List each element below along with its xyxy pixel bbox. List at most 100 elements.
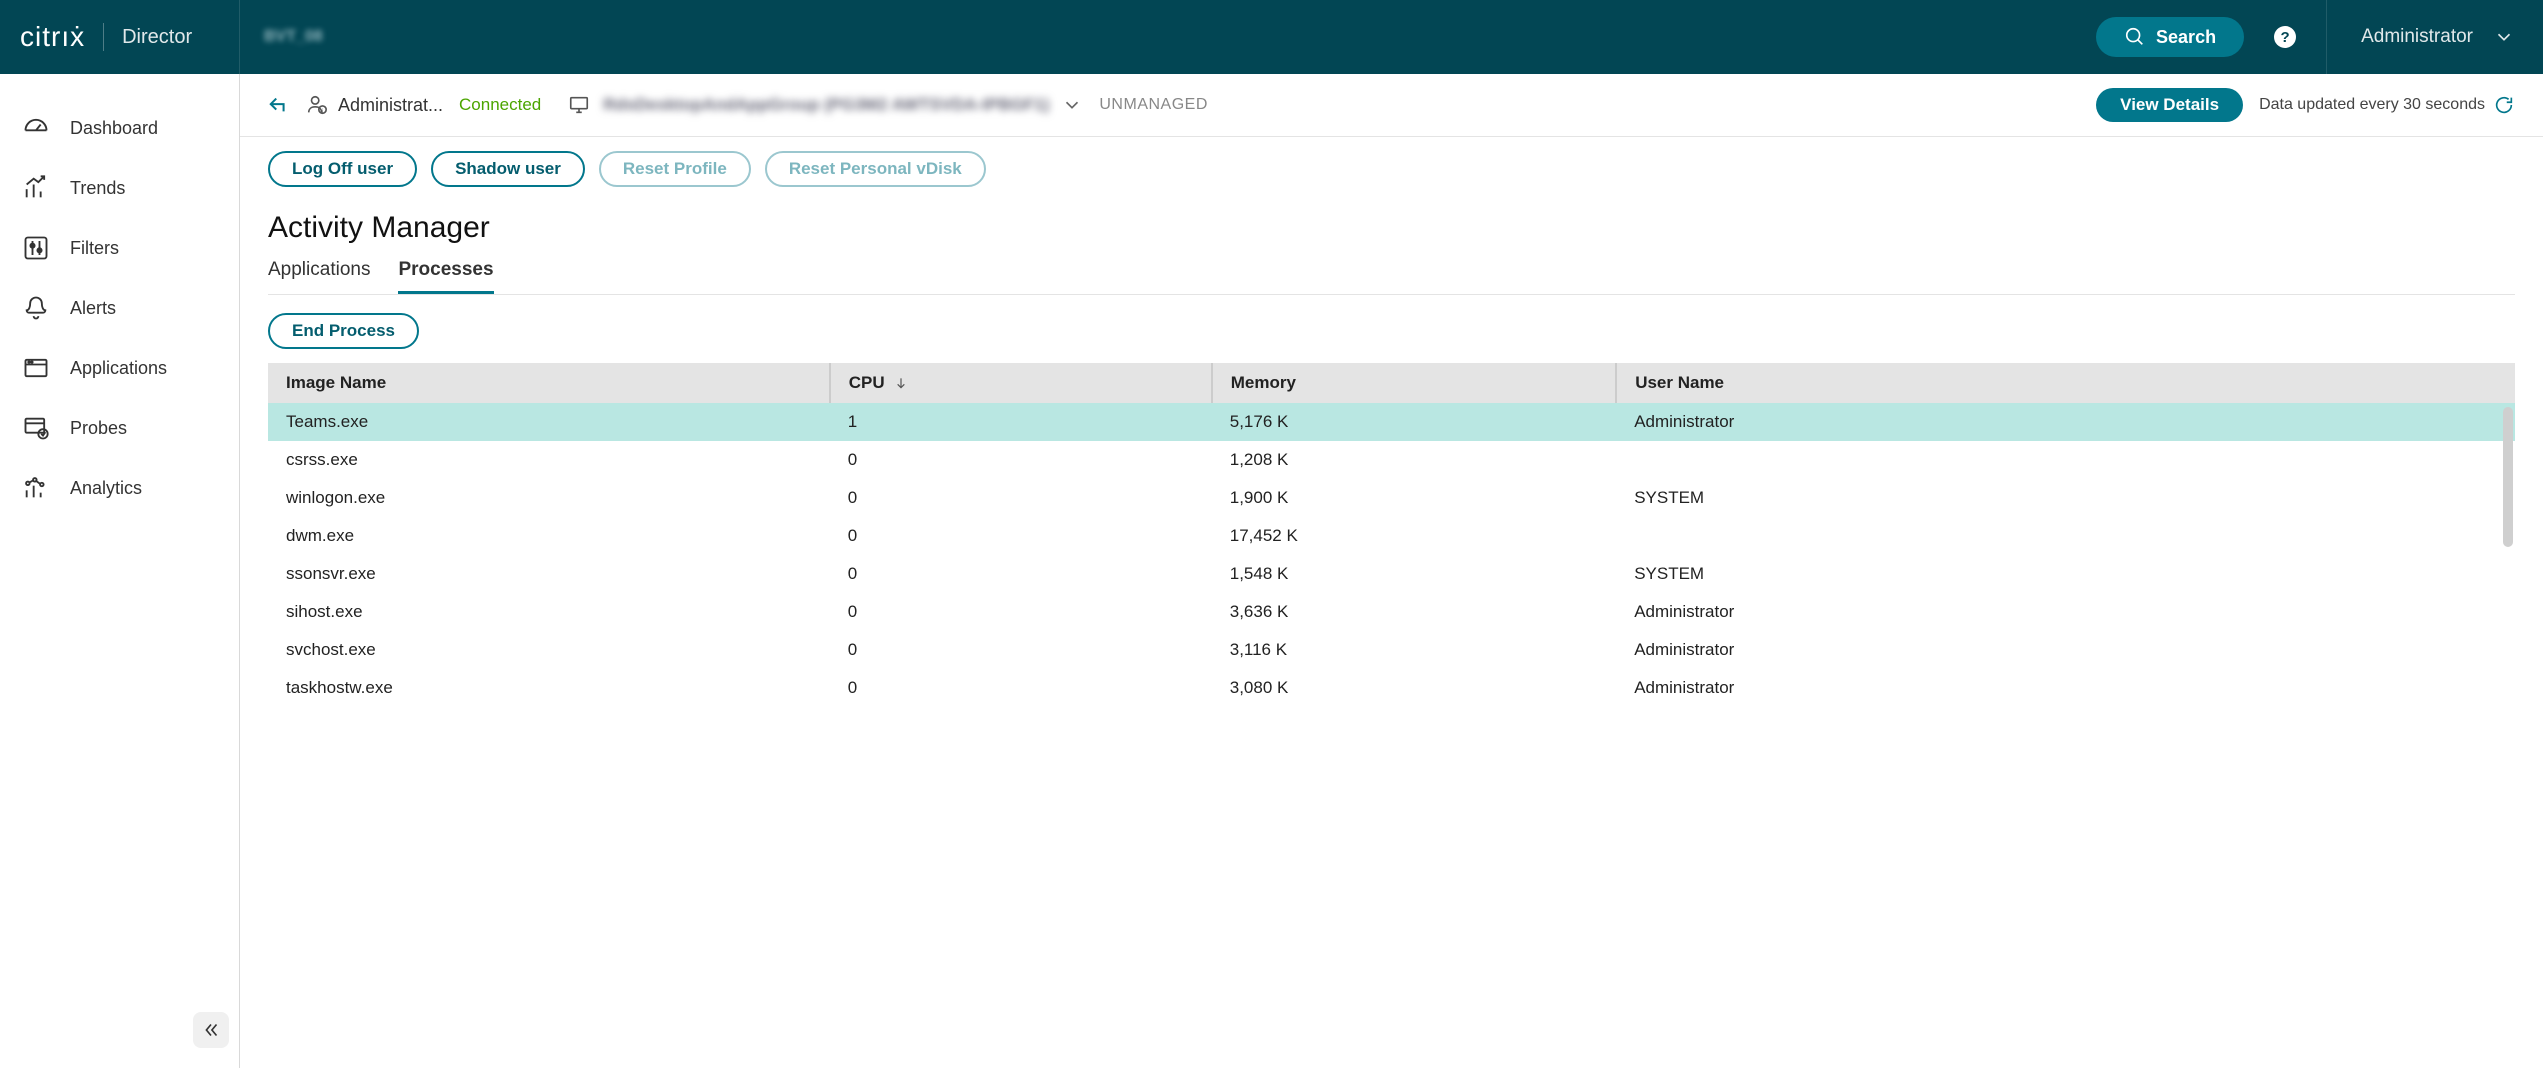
connection-status: Connected: [459, 95, 541, 115]
cell-cpu: 0: [830, 593, 1212, 631]
table-row[interactable]: taskhostw.exe03,080 KAdministrator: [268, 669, 2515, 707]
brand-block: citrıẋ Director: [0, 0, 240, 74]
admin-menu[interactable]: Administrator: [2326, 0, 2515, 74]
sidebar-item-probes[interactable]: Probes: [0, 398, 239, 458]
sidebar-item-label: Alerts: [70, 298, 116, 319]
sidebar: Dashboard Trends Filters Alerts Applicat…: [0, 74, 240, 1068]
cell-user: Administrator: [1616, 669, 2515, 707]
cell-cpu: 0: [830, 479, 1212, 517]
scrollbar-thumb[interactable]: [2503, 407, 2513, 547]
cell-image: taskhostw.exe: [268, 669, 830, 707]
sidebar-item-label: Dashboard: [70, 118, 158, 139]
cell-user: Administrator: [1616, 631, 2515, 669]
filters-icon: [22, 234, 50, 262]
refresh-icon[interactable]: [2493, 94, 2515, 116]
search-icon: [2124, 26, 2146, 48]
reset-profile-button: Reset Profile: [599, 151, 751, 187]
chevron-down-icon: [2493, 26, 2515, 48]
cell-user: Administrator: [1616, 403, 2515, 441]
cell-image: Teams.exe: [268, 403, 830, 441]
reset-personal-vdisk-button: Reset Personal vDisk: [765, 151, 986, 187]
environment-label: BVT_08: [264, 28, 323, 46]
cell-memory: 3,116 K: [1212, 631, 1616, 669]
refresh-label: Data updated every 30 seconds: [2259, 96, 2485, 114]
cell-memory: 1,208 K: [1212, 441, 1616, 479]
sidebar-item-analytics[interactable]: Analytics: [0, 458, 239, 518]
window-icon: [22, 354, 50, 382]
managed-state: UNMANAGED: [1099, 96, 1208, 114]
main-panel: i Administrat... Connected RdsDesktopAnd…: [240, 74, 2543, 1068]
table-row[interactable]: Teams.exe15,176 KAdministrator: [268, 403, 2515, 441]
activity-tabs: Applications Processes: [268, 253, 2515, 295]
cell-image: winlogon.exe: [268, 479, 830, 517]
cell-user: [1616, 517, 2515, 555]
context-bar: i Administrat... Connected RdsDesktopAnd…: [240, 74, 2543, 137]
cell-memory: 5,176 K: [1212, 403, 1616, 441]
cell-memory: 3,080 K: [1212, 669, 1616, 707]
probes-icon: [22, 414, 50, 442]
col-memory[interactable]: Memory: [1212, 363, 1616, 403]
table-row[interactable]: csrss.exe01,208 K: [268, 441, 2515, 479]
refresh-info: Data updated every 30 seconds: [2259, 94, 2515, 116]
cell-memory: 17,452 K: [1212, 517, 1616, 555]
sidebar-item-dashboard[interactable]: Dashboard: [0, 98, 239, 158]
admin-label: Administrator: [2361, 26, 2473, 48]
view-details-button[interactable]: View Details: [2096, 88, 2243, 122]
table-row[interactable]: winlogon.exe01,900 KSYSTEM: [268, 479, 2515, 517]
cell-memory: 1,548 K: [1212, 555, 1616, 593]
cell-cpu: 0: [830, 517, 1212, 555]
log-off-button[interactable]: Log Off user: [268, 151, 417, 187]
bell-icon: [22, 294, 50, 322]
table-row[interactable]: sihost.exe03,636 KAdministrator: [268, 593, 2515, 631]
brand-divider: [103, 23, 104, 51]
table-row[interactable]: dwm.exe017,452 K: [268, 517, 2515, 555]
context-user: Administrat...: [338, 95, 443, 116]
cell-image: csrss.exe: [268, 441, 830, 479]
sidebar-item-label: Probes: [70, 418, 127, 439]
sidebar-item-applications[interactable]: Applications: [0, 338, 239, 398]
col-image-name[interactable]: Image Name: [268, 363, 830, 403]
sidebar-item-label: Trends: [70, 178, 125, 199]
search-button[interactable]: Search: [2096, 17, 2244, 57]
session-action-row: Log Off user Shadow user Reset Profile R…: [268, 151, 2515, 187]
shadow-user-button[interactable]: Shadow user: [431, 151, 585, 187]
sidebar-item-filters[interactable]: Filters: [0, 218, 239, 278]
sidebar-item-alerts[interactable]: Alerts: [0, 278, 239, 338]
tab-processes[interactable]: Processes: [398, 253, 493, 294]
product-name: Director: [122, 26, 192, 49]
analytics-icon: [22, 474, 50, 502]
back-icon[interactable]: [268, 94, 290, 116]
machine-name: RdsDesktopAndAppGroup (PG3M2 AWTSVDA-IPB…: [603, 95, 1049, 115]
page-title: Activity Manager: [268, 211, 2515, 245]
search-label: Search: [2156, 27, 2216, 48]
process-table: Image Name CPU Memory User Name Teams.ex…: [268, 363, 2515, 707]
cell-user: SYSTEM: [1616, 555, 2515, 593]
chevron-double-left-icon: [200, 1019, 222, 1041]
help-button[interactable]: ?: [2274, 26, 2296, 48]
table-row[interactable]: ssonsvr.exe01,548 KSYSTEM: [268, 555, 2515, 593]
cell-cpu: 0: [830, 631, 1212, 669]
trends-icon: [22, 174, 50, 202]
monitor-icon: [567, 94, 591, 116]
table-row[interactable]: svchost.exe03,116 KAdministrator: [268, 631, 2515, 669]
end-process-button[interactable]: End Process: [268, 313, 419, 349]
col-user-name[interactable]: User Name: [1616, 363, 2515, 403]
sidebar-item-trends[interactable]: Trends: [0, 158, 239, 218]
svg-text:i: i: [322, 108, 323, 114]
sidebar-collapse-button[interactable]: [193, 1012, 229, 1048]
cell-cpu: 0: [830, 441, 1212, 479]
cell-memory: 3,636 K: [1212, 593, 1616, 631]
cell-cpu: 0: [830, 669, 1212, 707]
process-table-wrap: Image Name CPU Memory User Name Teams.ex…: [268, 363, 2515, 1068]
cell-image: dwm.exe: [268, 517, 830, 555]
tab-applications[interactable]: Applications: [268, 253, 370, 294]
topbar-mid: BVT_08: [240, 28, 2068, 46]
citrix-logo: citrıẋ: [20, 21, 85, 53]
cell-image: sihost.exe: [268, 593, 830, 631]
user-info-icon: i: [306, 94, 328, 116]
chevron-down-icon[interactable]: [1061, 94, 1083, 116]
cell-user: [1616, 441, 2515, 479]
col-cpu[interactable]: CPU: [830, 363, 1212, 403]
cell-cpu: 0: [830, 555, 1212, 593]
gauge-icon: [22, 114, 50, 142]
